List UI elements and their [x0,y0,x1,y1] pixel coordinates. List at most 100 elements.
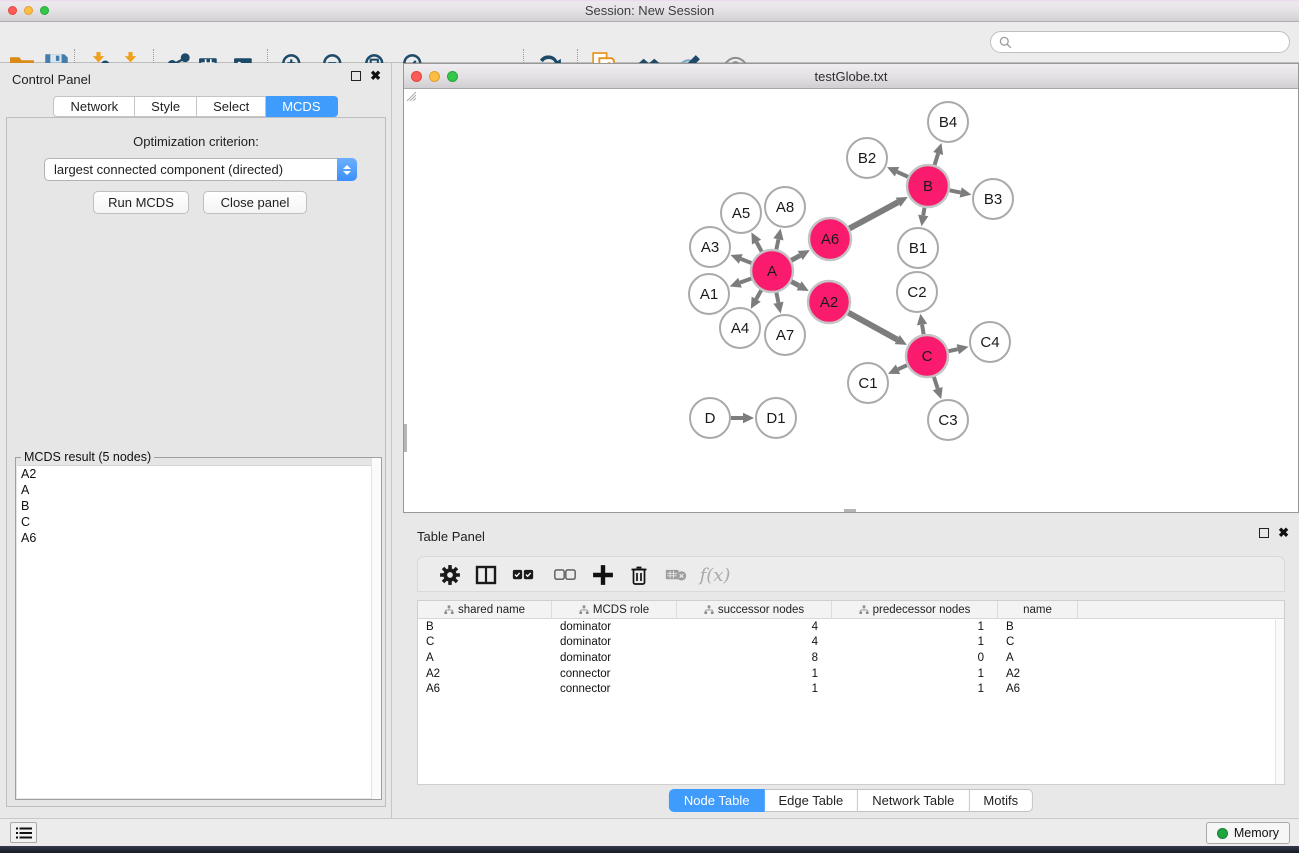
zoom-window-button[interactable] [40,6,49,15]
add-row-button[interactable] [588,560,618,590]
column-header-shared-name[interactable]: shared name [418,601,552,619]
delete-table-icon [665,564,687,586]
column-header-predecessor-nodes[interactable]: predecessor nodes [832,601,998,619]
column-header-name[interactable]: name [998,601,1078,619]
graph-edge-C-C4[interactable] [948,349,957,351]
hierarchy-icon [444,605,454,615]
network-zoom-button[interactable] [447,71,458,82]
graph-edge-A6-B[interactable] [849,202,898,228]
window-titlebar: Session: New Session [0,0,1299,22]
node-table[interactable]: shared nameMCDS rolesuccessor nodesprede… [417,600,1285,785]
mcds-result-item[interactable]: C [17,514,380,530]
edge-arrowhead [773,302,783,314]
graph-node-label: C [922,348,933,365]
graph-edge-A-A7[interactable] [776,293,778,303]
edge-arrowhead [743,413,754,423]
graph-edge-B-B4[interactable] [935,153,939,165]
run-mcds-button[interactable]: Run MCDS [93,191,189,214]
table-row[interactable]: Cdominator41C [418,635,1284,651]
column-header-successor-nodes[interactable]: successor nodes [677,601,832,619]
mcds-result-list[interactable]: A2ABCA6 [17,465,380,798]
graph-edge-C-C2[interactable] [922,325,924,335]
memory-button[interactable]: Memory [1206,822,1290,844]
float-panel-icon[interactable] [351,71,361,81]
resize-grip-icon[interactable] [404,89,416,101]
table-row[interactable]: Adominator80A [418,650,1284,666]
graph-edge-B-B1[interactable] [923,208,924,216]
criterion-select[interactable]: largest connected component (directed) [44,158,357,181]
graph-node-label: C3 [938,412,957,429]
tab-node-table[interactable]: Node Table [669,789,765,812]
mcds-result-item[interactable]: B [17,498,380,514]
table-row[interactable]: Bdominator41B [418,619,1284,635]
graph-node-label: B3 [984,191,1002,208]
list-icon [16,827,32,839]
tab-motifs[interactable]: Motifs [969,789,1033,812]
show-columns-button[interactable] [471,560,501,590]
graph-edge-A-A1[interactable] [740,279,751,283]
network-canvas-svg[interactable]: AA1A2A3A4A5A6A7A8BB1B2B3B4CC1C2C3C4DD1 [404,89,1298,513]
tab-network-table[interactable]: Network Table [858,789,969,812]
graph-node-label: A4 [731,320,749,337]
edge-arrowhead [960,187,972,197]
mcds-result-item[interactable]: A6 [17,530,380,546]
graph-node-label: A2 [820,294,838,311]
mcds-result-item[interactable]: A [17,482,380,498]
graph-node-label: A [767,263,777,280]
table-cell: A [998,652,1078,664]
close-table-panel-icon[interactable]: ✖ [1278,528,1289,538]
graph-edge-A2-C[interactable] [848,313,897,340]
close-panel-icon[interactable]: ✖ [370,71,381,81]
table-cell: A2 [418,668,552,680]
mcds-result-title: MCDS result (5 nodes) [21,450,154,464]
delete-table-button[interactable] [661,560,691,590]
graph-edge-C-C3[interactable] [934,377,938,389]
graph-edge-B-B3[interactable] [950,190,961,192]
graph-edge-A-A8[interactable] [776,239,778,249]
tab-style[interactable]: Style [135,96,197,117]
table-toolbar: f(x) [417,556,1285,592]
columns-icon [475,564,497,586]
search-input[interactable] [1016,35,1289,49]
graph-node-label: B2 [858,150,876,167]
graph-edge-A-A4[interactable] [756,290,761,299]
search-field[interactable] [990,31,1290,53]
graph-edge-B-B2[interactable] [897,172,908,177]
task-history-button[interactable] [10,822,37,843]
network-vscroll-thumb[interactable] [404,424,407,452]
table-row[interactable]: A2connector11A2 [418,666,1284,682]
result-list-scrollbar[interactable] [371,458,381,799]
graph-edge-A-A6[interactable] [791,255,800,260]
edge-arrowhead [957,344,969,354]
network-hscroll-thumb[interactable] [844,509,856,512]
graph-edge-C-C1[interactable] [898,365,907,369]
network-close-button[interactable] [411,71,422,82]
close-panel-button[interactable]: Close panel [203,191,307,214]
network-window-titlebar[interactable]: testGlobe.txt [404,64,1298,89]
network-canvas[interactable]: AA1A2A3A4A5A6A7A8BB1B2B3B4CC1C2C3C4DD1 [404,89,1298,512]
graph-edge-A-A2[interactable] [791,282,799,286]
delete-rows-button[interactable] [624,560,654,590]
tab-edge-table[interactable]: Edge Table [764,789,858,812]
tab-network[interactable]: Network [53,96,135,117]
table-options-button[interactable] [435,560,465,590]
column-header-MCDS-role[interactable]: MCDS role [552,601,677,619]
select-all-button[interactable] [508,560,538,590]
mcds-result-item[interactable]: A2 [17,466,380,482]
tab-mcds[interactable]: MCDS [266,96,337,117]
close-window-button[interactable] [8,6,17,15]
plus-icon [592,564,614,586]
table-row[interactable]: A6connector11A6 [418,681,1284,697]
table-scrollbar[interactable] [1275,620,1284,784]
graph-edge-A-A3[interactable] [741,259,752,263]
function-builder-button[interactable]: f(x) [700,560,730,590]
tab-select[interactable]: Select [197,96,266,117]
graph-node-label: B4 [939,114,957,131]
graph-edge-A-A5[interactable] [757,242,762,251]
control-panel-tabs: NetworkStyleSelectMCDS [0,96,391,117]
minimize-window-button[interactable] [24,6,33,15]
deselect-all-button[interactable] [550,560,580,590]
float-table-panel-icon[interactable] [1259,528,1269,538]
table-cell: A6 [418,683,552,695]
network-minimize-button[interactable] [429,71,440,82]
